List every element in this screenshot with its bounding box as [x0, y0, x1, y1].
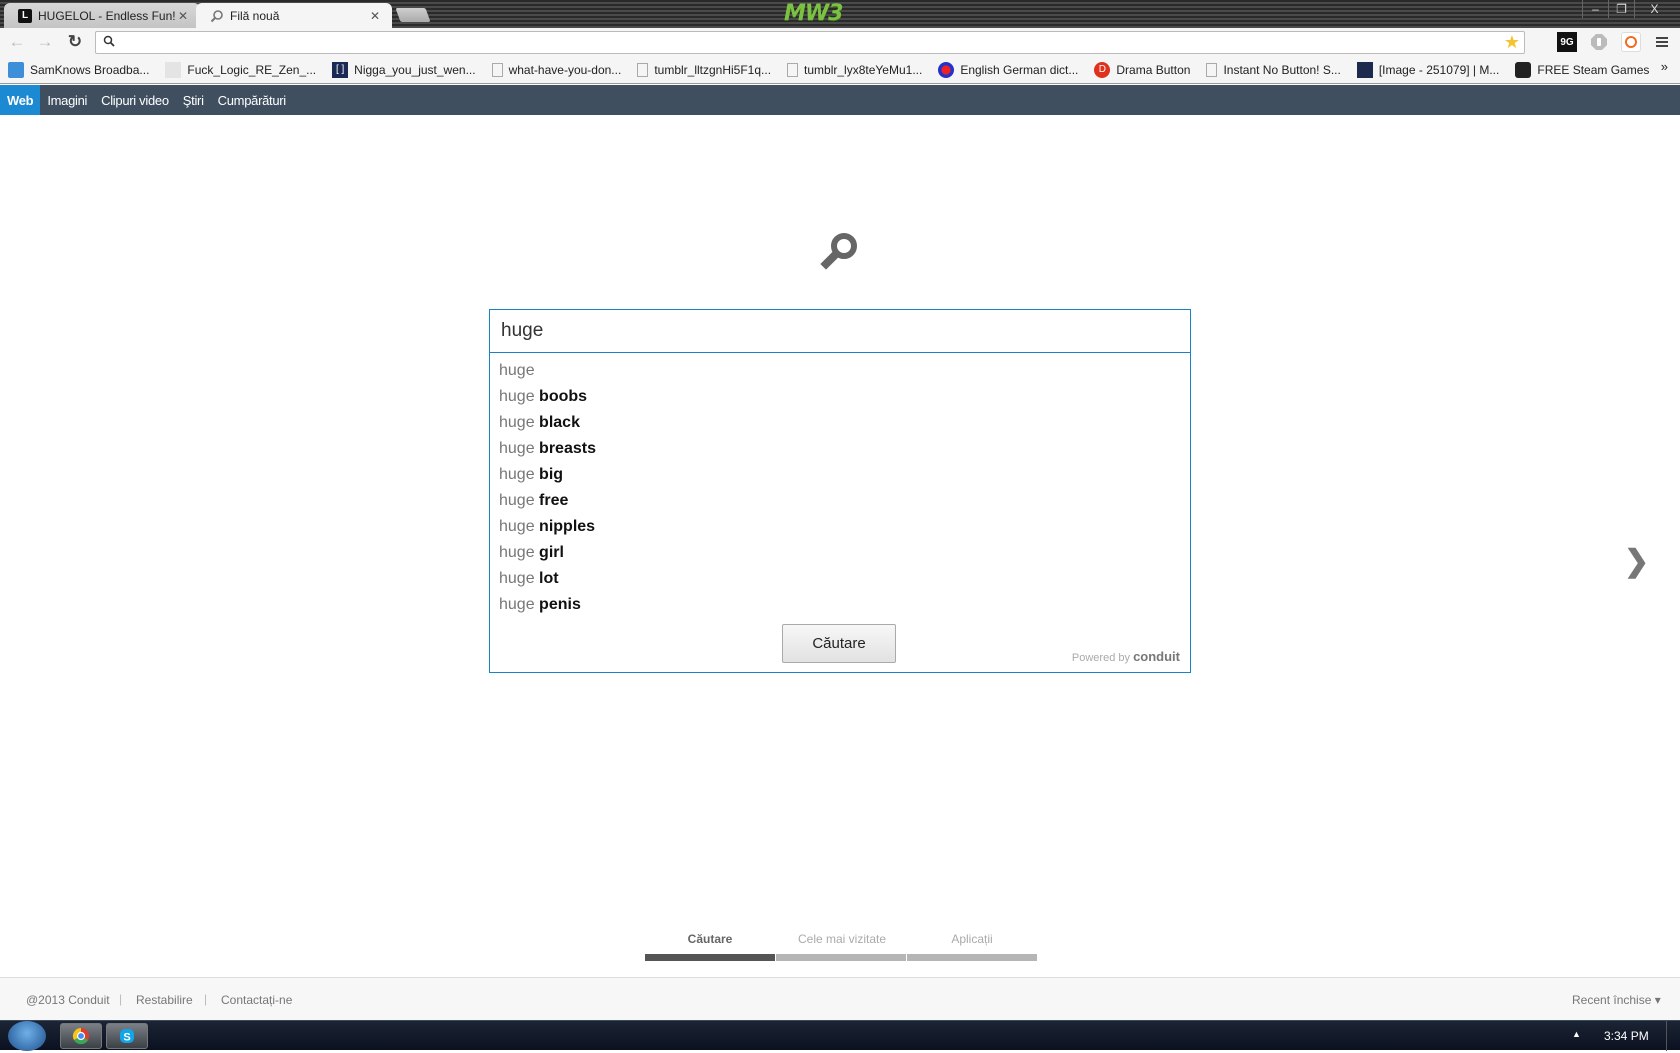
bottom-tab-indicator — [645, 954, 775, 961]
omnibox-input[interactable] — [122, 34, 1482, 51]
browser-toolbar: ← → ↻ ★ 9G — [0, 28, 1680, 56]
tab-hugelol[interactable]: L HUGELOL - Endless Fun! ✕ — [4, 3, 200, 28]
suggestion-item[interactable]: huge free — [499, 492, 568, 510]
suggestion-item[interactable]: huge black — [499, 414, 580, 432]
show-desktop-button[interactable] — [1666, 1021, 1680, 1051]
steam-icon — [1515, 61, 1532, 78]
bookmark-item[interactable]: tumblr_lltzgnHi5F1q... — [637, 62, 771, 77]
search-logo-icon — [818, 229, 862, 273]
bookmark-item[interactable]: SamKnows Broadba... — [8, 61, 149, 78]
reload-button[interactable]: ↻ — [64, 32, 86, 52]
tab-title: HUGELOL - Endless Fun! — [38, 8, 176, 23]
theme-logo: MW3 — [784, 1, 843, 26]
suggestion-item[interactable]: huge boobs — [499, 388, 587, 406]
tab-title: Filă nouă — [230, 8, 280, 23]
svg-text:S: S — [123, 1032, 130, 1044]
suggestion-item[interactable]: huge breasts — [499, 440, 596, 458]
search-input[interactable] — [501, 318, 1181, 344]
suggestion-item[interactable]: huge lot — [499, 570, 559, 588]
close-window-button[interactable]: X — [1634, 0, 1674, 18]
nav-videos[interactable]: Clipuri video — [94, 85, 176, 115]
page-icon — [787, 62, 799, 77]
chat-bubble-icon — [8, 61, 24, 78]
hugelol-favicon-icon: L — [18, 8, 32, 23]
menu-icon[interactable] — [1652, 32, 1672, 52]
powered-by-label: Powered by conduit — [1071, 649, 1180, 664]
nav-images[interactable]: Imagini — [40, 85, 94, 115]
tab-strip: L HUGELOL - Endless Fun! ✕ Filă nouă ✕ M… — [0, 0, 1680, 28]
suggestion-item[interactable]: huge penis — [499, 596, 581, 614]
drama-icon: D — [1094, 61, 1111, 78]
bottom-tab-search[interactable]: Căutare — [645, 932, 775, 946]
recently-closed-menu[interactable]: Recent închise ▾ — [1572, 993, 1661, 1007]
minimize-button[interactable]: ‒ — [1582, 0, 1608, 18]
bookmark-item[interactable]: D Drama Button — [1094, 61, 1190, 78]
search-box: huge huge boobs huge black huge breasts … — [489, 309, 1191, 673]
bottom-tab-indicator — [907, 954, 1037, 961]
start-button[interactable] — [8, 1021, 46, 1051]
suggestion-item[interactable]: huge big — [499, 466, 563, 484]
copyright-label: @2013 Conduit — [26, 993, 110, 1007]
bookmark-item[interactable]: tumblr_lyx8teYeMu1... — [787, 62, 922, 77]
next-page-arrow-icon[interactable]: ❯ — [1624, 544, 1649, 579]
taskbar-chrome-button[interactable] — [60, 1023, 102, 1049]
nav-news[interactable]: Ştiri — [176, 85, 211, 115]
back-button[interactable]: ← — [6, 32, 28, 52]
bookmarks-bar: SamKnows Broadba... Fuck_Logic_RE_Zen_..… — [0, 56, 1680, 84]
footer-separator: | — [119, 992, 123, 1006]
page-footer: @2013 Conduit | Restabilire | Contactați… — [0, 977, 1680, 1020]
conduit-brand: conduit — [1133, 649, 1180, 664]
search-type-nav: Web Imagini Clipuri video Ştiri Cumpărăt… — [0, 85, 1680, 115]
bookmark-item[interactable]: English German dict... — [938, 61, 1078, 78]
search-icon — [103, 35, 115, 50]
bottom-tab-most-visited[interactable]: Cele mai vizitate — [777, 932, 907, 946]
restore-link[interactable]: Restabilire — [136, 993, 193, 1007]
restore-button[interactable]: ❐ — [1608, 0, 1634, 18]
bookmark-item[interactable]: FREE Steam Games — [1515, 61, 1649, 78]
bookmark-star-icon[interactable]: ★ — [1504, 32, 1520, 53]
nav-web[interactable]: Web — [0, 85, 41, 115]
bookmark-item[interactable]: [ ] Nigga_you_just_wen... — [332, 61, 476, 78]
bookmark-item[interactable]: [Image - 251079] | M... — [1356, 61, 1499, 78]
show-hidden-icons-button[interactable]: ▲ — [1572, 1029, 1581, 1039]
search-icon — [210, 9, 224, 23]
9gag-extension-icon[interactable]: 9G — [1557, 32, 1577, 52]
omnibox[interactable]: ★ — [95, 31, 1525, 54]
page-icon — [637, 62, 649, 77]
bookmarks-overflow-button[interactable]: » — [1661, 59, 1668, 74]
page-icon — [491, 62, 503, 77]
footer-separator: | — [204, 992, 208, 1006]
close-tab-icon[interactable]: ✕ — [176, 9, 190, 23]
bookmark-item[interactable]: what-have-you-don... — [491, 62, 621, 77]
page-icon — [1206, 62, 1218, 77]
suggestion-item[interactable]: huge — [499, 362, 535, 380]
ring-extension-icon[interactable] — [1621, 32, 1641, 52]
contact-link[interactable]: Contactați-ne — [221, 993, 292, 1007]
dict-icon — [938, 61, 955, 78]
windows-taskbar: S ▲ 3:34 PM — [0, 1020, 1680, 1051]
nav-shopping[interactable]: Cumpărături — [211, 85, 293, 115]
bookmark-item[interactable]: Instant No Button! S... — [1206, 62, 1341, 77]
tab-new-tab[interactable]: Filă nouă ✕ — [196, 3, 392, 28]
taskbar-clock[interactable]: 3:34 PM — [1604, 1029, 1649, 1043]
bottom-tab-indicator — [776, 954, 906, 961]
bracket-icon: [ ] — [332, 61, 349, 78]
adblock-extension-icon[interactable] — [1589, 32, 1609, 52]
taskbar-skype-button[interactable]: S — [106, 1023, 148, 1049]
close-tab-icon[interactable]: ✕ — [368, 9, 382, 23]
suggestion-item[interactable]: huge girl — [499, 544, 564, 562]
suggestion-item[interactable]: huge nipples — [499, 518, 595, 536]
search-button[interactable]: Căutare — [782, 624, 896, 663]
image-icon — [165, 61, 182, 78]
forward-button[interactable]: → — [34, 32, 56, 52]
kym-icon — [1356, 61, 1373, 78]
bookmark-item[interactable]: Fuck_Logic_RE_Zen_... — [165, 61, 316, 78]
new-tab-button[interactable] — [395, 8, 431, 22]
bottom-tab-apps[interactable]: Aplicații — [907, 932, 1037, 946]
